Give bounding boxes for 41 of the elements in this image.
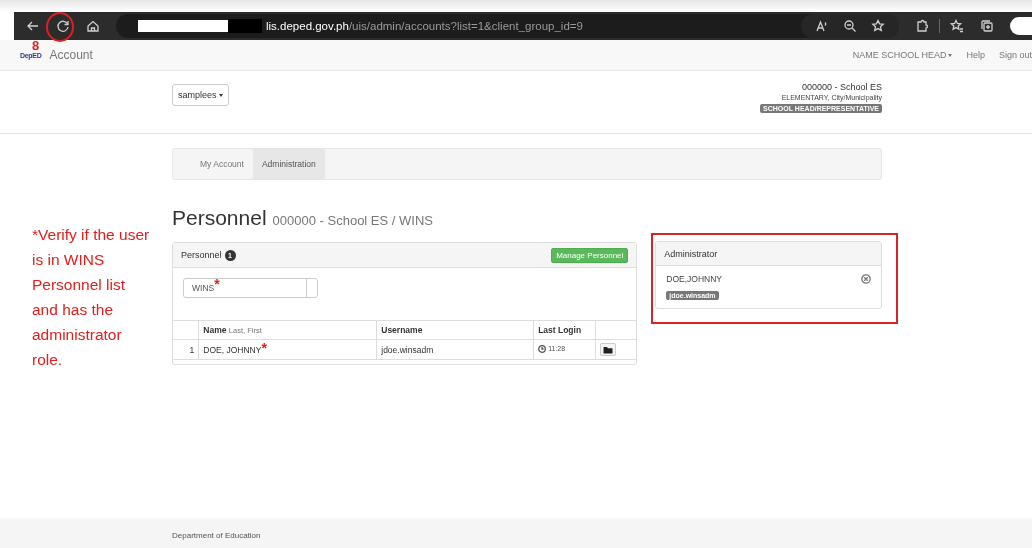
open-folder-button[interactable] [600,343,617,356]
tab[interactable]: Administration [252,149,325,179]
page-title: Personnel [172,206,267,230]
administrator-name: DOE,JOHNNY [666,274,723,284]
column-header: Username [376,320,534,340]
column-header: Last Login [533,320,596,340]
table-cell: DOE, JOHNNY [203,345,262,355]
table-cell: jdoe.winsadm [376,339,534,360]
step-number: 8 [32,40,40,52]
brand-link[interactable]: Account [49,48,93,62]
zoom-out-icon[interactable] [843,19,857,33]
home-icon[interactable] [86,19,100,33]
user-menu[interactable]: NAME SCHOOL HEAD [852,50,953,60]
nav-link[interactable]: Sign out [998,50,1032,60]
reload-icon[interactable] [56,19,70,33]
extension-icon[interactable] [915,19,929,33]
annotation-note: *Verify if the user is in WINS Personnel list and has the administrator role. [32,225,151,370]
page-subtitle: 000000 - School ES / WINS [272,213,433,228]
url-text: lis.deped.gov.ph/uis/admin/accounts?list=1&client_group_id=9 [266,20,583,32]
manage-personnel-button[interactable]: Manage Personnel [551,247,629,263]
tab[interactable]: My Account [191,149,253,179]
back-icon[interactable] [26,19,40,33]
read-aloud-icon[interactable] [815,19,829,33]
folder-icon [603,345,614,354]
panel-title: Personnel [181,250,222,260]
footer-text: Department of Education [172,531,261,540]
clock-icon [538,344,547,353]
school-name: 000000 - School ES [801,82,882,92]
address-bar[interactable]: lis.deped.gov.ph/uis/admin/accounts?list=1&client_group_id=9 [116,14,899,38]
asterisk-mark: * [261,340,267,356]
nav-link[interactable]: Help [966,50,985,60]
favorite-star-icon[interactable] [871,19,885,33]
profile-avatar[interactable] [1010,17,1032,35]
account-dropdown[interactable]: samplees [172,84,229,106]
row-number: 1 [173,339,199,360]
collections-icon[interactable] [980,19,994,33]
remove-icon[interactable] [861,274,871,284]
highlight-circle [46,12,74,42]
favorites-list-icon[interactable] [950,19,964,33]
asterisk-mark: * [214,280,220,288]
panel-heading: Administrator [656,242,881,266]
